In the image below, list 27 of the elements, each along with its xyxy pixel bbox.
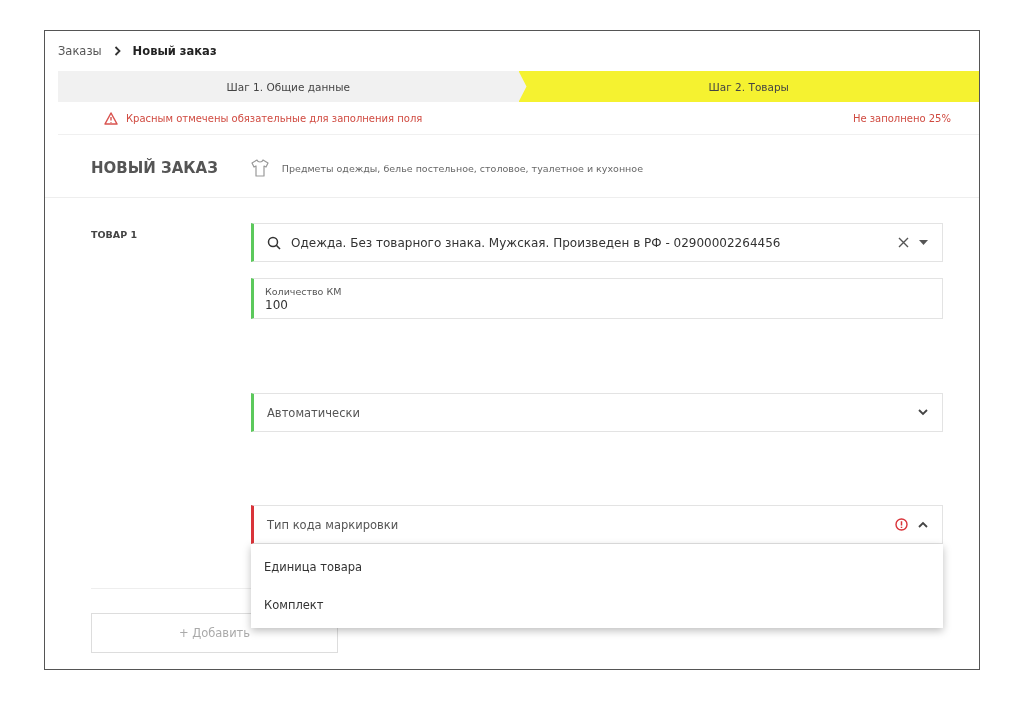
field-label: Количество КМ — [265, 285, 342, 297]
clear-icon[interactable] — [898, 237, 909, 248]
field-value: 100 — [265, 297, 289, 312]
chevron-up-icon[interactable] — [918, 521, 928, 528]
select-placeholder: Тип кода маркировки — [267, 517, 400, 532]
error-icon — [895, 518, 908, 531]
input-field[interactable]: Количество КМ 100 — [251, 278, 943, 319]
search-field[interactable]: Одежда. Без товарного знака. Мужская. Произведен в РФ - 02900002264456 — [251, 223, 943, 262]
search-icon — [267, 235, 281, 250]
select-field[interactable]: Тип кода маркировки — [251, 505, 943, 544]
progress-text: Не заполнено 25% — [852, 112, 951, 124]
caret-down-icon[interactable] — [919, 240, 928, 245]
chevron-right-icon — [113, 46, 121, 56]
product-label: ТОВАР 1 — [91, 229, 138, 240]
alert-message: Красным отмечены обязательные для заполнения поля — [126, 112, 424, 124]
dropdown-option[interactable]: Единица товара — [251, 548, 943, 586]
step-tab[interactable]: Шаг 2. Товары — [518, 71, 979, 102]
shirt-icon — [249, 158, 270, 178]
category-text: Предметы одежды, белье постельное, столовое, туалетное и кухонное — [281, 162, 643, 174]
warning-icon — [104, 111, 118, 125]
breadcrumb-current: Новый заказ — [132, 44, 217, 58]
select-field[interactable]: Автоматически — [251, 393, 943, 432]
chevron-down-icon[interactable] — [918, 409, 928, 416]
search-value: Одежда. Без товарного знака. Мужская. Произведен в РФ - 02900002264456 — [291, 235, 782, 250]
page-title: НОВЫЙ ЗАКАЗ — [91, 159, 218, 177]
select-value: Автоматически — [267, 405, 361, 420]
breadcrumb-link[interactable]: Заказы — [58, 44, 102, 58]
